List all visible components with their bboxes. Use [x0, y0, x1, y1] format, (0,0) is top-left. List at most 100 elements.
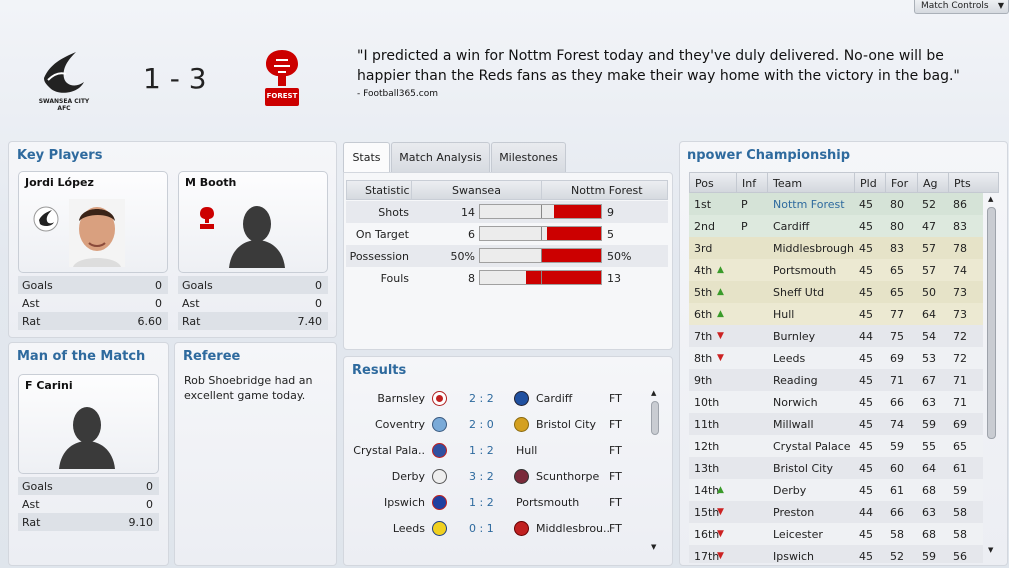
league-cell-team[interactable]: Sheff Utd: [773, 286, 824, 299]
league-cell-pld: 45: [859, 440, 873, 453]
arrow-down-icon: ▼: [717, 529, 724, 539]
league-scrollbar[interactable]: ▲ ▼: [985, 195, 999, 560]
league-cell-for: 61: [890, 484, 904, 497]
league-cell-for: 65: [890, 264, 904, 277]
league-cell-pld: 45: [859, 374, 873, 387]
league-cell-pos: 8th: [694, 352, 713, 365]
league-row[interactable]: 16th Leicester 45 58 68 58 ▼: [689, 523, 983, 545]
league-cell-pts: 72: [953, 330, 967, 343]
league-cell-pld: 45: [859, 264, 873, 277]
league-row[interactable]: 13th Bristol City 45 60 64 61: [689, 457, 983, 479]
league-row[interactable]: 4th Portsmouth 45 65 57 74 ▲: [689, 259, 983, 281]
league-cell-pos: 6th: [694, 308, 713, 321]
league-row[interactable]: 6th Hull 45 77 64 73 ▲: [689, 303, 983, 325]
league-cell-for: 66: [890, 506, 904, 519]
league-cell-team[interactable]: Derby: [773, 484, 806, 497]
league-cell-pts: 72: [953, 352, 967, 365]
league-cell-pts: 58: [953, 506, 967, 519]
league-cell-ag: 59: [922, 550, 936, 563]
league-row[interactable]: 12th Crystal Palace 45 59 55 65: [689, 435, 983, 457]
arrow-down-icon: ▼: [717, 551, 724, 561]
league-cell-ag: 59: [922, 418, 936, 431]
league-row[interactable]: 17th Ipswich 45 52 59 56 ▼: [689, 545, 983, 563]
league-row[interactable]: 2nd P Cardiff 45 80 47 83: [689, 215, 983, 237]
league-cell-pld: 45: [859, 286, 873, 299]
league-cell-pos: 17th: [694, 550, 720, 563]
league-cell-team[interactable]: Portsmouth: [773, 264, 836, 277]
league-cell-pos: 15th: [694, 506, 720, 519]
league-cell-ag: 64: [922, 308, 936, 321]
league-row[interactable]: 5th Sheff Utd 45 65 50 73 ▲: [689, 281, 983, 303]
league-cell-team[interactable]: Leicester: [773, 528, 823, 541]
league-row[interactable]: 9th Reading 45 71 67 71: [689, 369, 983, 391]
league-cell-for: 83: [890, 242, 904, 255]
league-cell-ag: 68: [922, 484, 936, 497]
league-cell-pld: 45: [859, 220, 873, 233]
league-cell-team[interactable]: Preston: [773, 506, 814, 519]
league-row[interactable]: 11th Millwall 45 74 59 69: [689, 413, 983, 435]
league-cell-for: 69: [890, 352, 904, 365]
league-row[interactable]: 1st P Nottm Forest 45 80 52 86: [689, 193, 983, 215]
league-cell-team[interactable]: Nottm Forest: [773, 198, 845, 211]
league-cell-ag: 64: [922, 462, 936, 475]
league-cell-ag: 63: [922, 396, 936, 409]
league-cell-pos: 5th: [694, 286, 713, 299]
league-cell-team[interactable]: Norwich: [773, 396, 818, 409]
league-cell-ag: 52: [922, 198, 936, 211]
league-cell-pld: 45: [859, 352, 873, 365]
league-cell-pts: 58: [953, 528, 967, 541]
league-cell-pos: 14th: [694, 484, 720, 497]
league-cell-pts: 86: [953, 198, 967, 211]
league-cell-pts: 69: [953, 418, 967, 431]
league-cell-ag: 57: [922, 242, 936, 255]
league-cell-team[interactable]: Hull: [773, 308, 794, 321]
league-cell-pts: 78: [953, 242, 967, 255]
league-cell-team[interactable]: Cardiff: [773, 220, 809, 233]
league-cell-pts: 59: [953, 484, 967, 497]
league-cell-pos: 13th: [694, 462, 720, 475]
league-cell-team[interactable]: Crystal Palace: [773, 440, 851, 453]
league-cell-ag: 68: [922, 528, 936, 541]
league-cell-team[interactable]: Millwall: [773, 418, 814, 431]
scroll-thumb[interactable]: [987, 207, 996, 439]
league-cell-pos: 10th: [694, 396, 720, 409]
league-cell-pts: 73: [953, 308, 967, 321]
league-cell-pld: 45: [859, 484, 873, 497]
league-cell-pos: 1st: [694, 198, 712, 211]
league-cell-ag: 47: [922, 220, 936, 233]
league-cell-team[interactable]: Middlesbrough: [773, 242, 854, 255]
league-row[interactable]: 3rd Middlesbrough 45 83 57 78: [689, 237, 983, 259]
league-cell-pos: 7th: [694, 330, 713, 343]
league-cell-pos: 3rd: [694, 242, 713, 255]
league-cell-team[interactable]: Ipswich: [773, 550, 814, 563]
league-row[interactable]: 8th Leeds 45 69 53 72 ▼: [689, 347, 983, 369]
scroll-down-icon[interactable]: ▼: [988, 546, 993, 554]
league-row[interactable]: 14th Derby 45 61 68 59 ▲: [689, 479, 983, 501]
league-cell-team[interactable]: Leeds: [773, 352, 805, 365]
arrow-down-icon: ▼: [717, 331, 724, 341]
arrow-up-icon: ▲: [717, 265, 724, 275]
arrow-down-icon: ▼: [717, 507, 724, 517]
league-cell-ag: 57: [922, 264, 936, 277]
league-cell-team[interactable]: Reading: [773, 374, 818, 387]
league-cell-pts: 61: [953, 462, 967, 475]
league-cell-pld: 45: [859, 242, 873, 255]
league-row[interactable]: 15th Preston 44 66 63 58 ▼: [689, 501, 983, 523]
league-cell-for: 59: [890, 440, 904, 453]
league-cell-inf: P: [741, 220, 748, 233]
arrow-down-icon: ▼: [717, 353, 724, 363]
league-cell-pld: 45: [859, 550, 873, 563]
league-cell-ag: 63: [922, 506, 936, 519]
scroll-up-icon[interactable]: ▲: [988, 195, 993, 203]
league-cell-ag: 54: [922, 330, 936, 343]
league-cell-team[interactable]: Bristol City: [773, 462, 833, 475]
league-cell-pts: 65: [953, 440, 967, 453]
league-row[interactable]: 10th Norwich 45 66 63 71: [689, 391, 983, 413]
league-cell-for: 80: [890, 220, 904, 233]
league-row[interactable]: 7th Burnley 44 75 54 72 ▼: [689, 325, 983, 347]
league-cell-pld: 45: [859, 308, 873, 321]
league-cell-pts: 71: [953, 374, 967, 387]
league-cell-pld: 45: [859, 396, 873, 409]
league-cell-pts: 71: [953, 396, 967, 409]
league-cell-team[interactable]: Burnley: [773, 330, 815, 343]
